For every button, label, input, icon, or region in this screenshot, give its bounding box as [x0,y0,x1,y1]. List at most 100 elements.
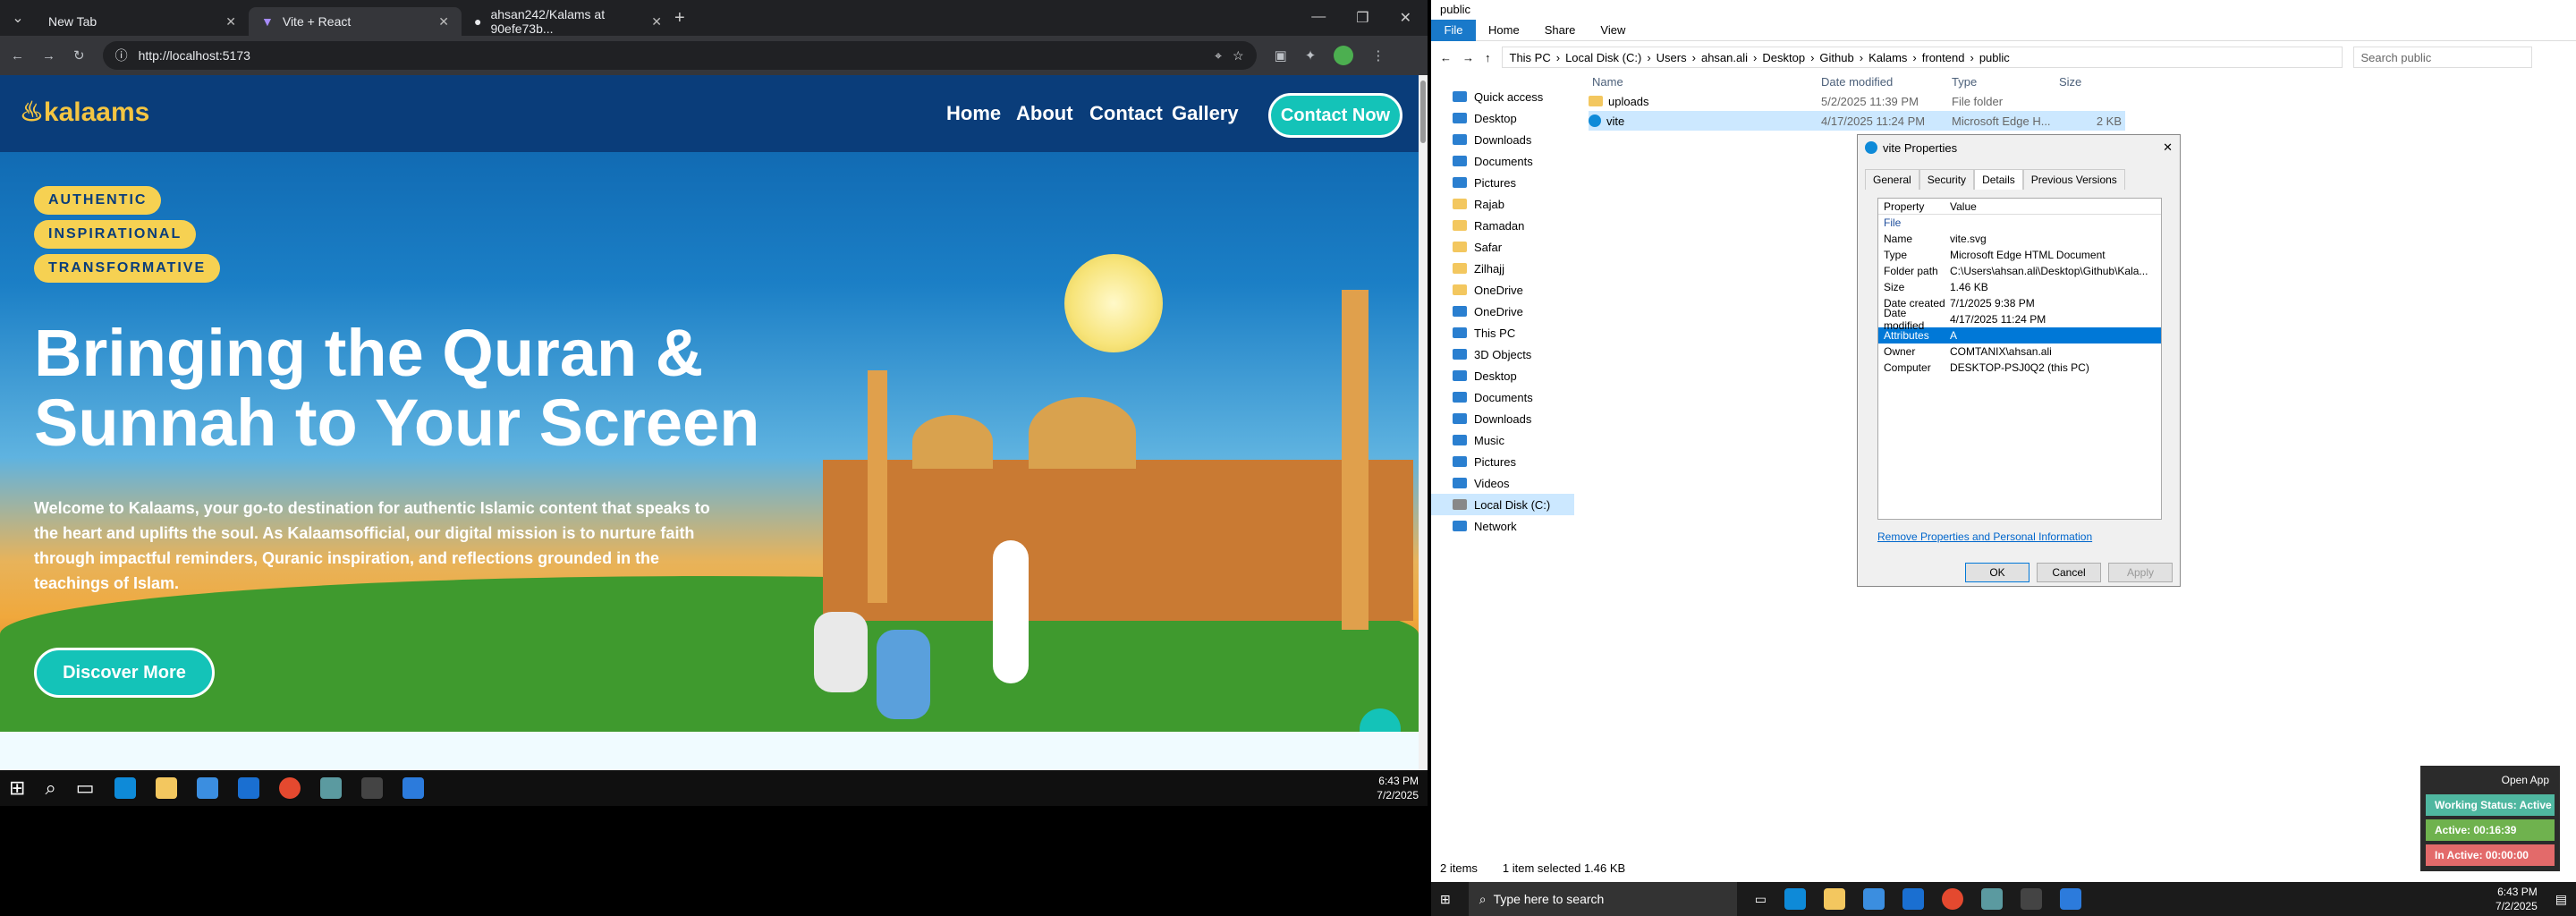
close-icon[interactable]: ✕ [438,14,449,30]
nav-contact[interactable]: Contact [1089,102,1163,125]
reload-icon[interactable]: ↻ [73,47,85,64]
detail-row-selected[interactable]: Attributes A [1878,327,2161,344]
detail-row[interactable]: Type Microsoft Edge HTML Document [1878,247,2161,263]
detail-row[interactable]: Computer DESKTOP-PSJ0Q2 (this PC) [1878,360,2161,376]
nav-safar[interactable]: Safar [1431,236,1574,258]
nav-pictures-pc[interactable]: Pictures [1431,451,1574,472]
path-segment[interactable]: Local Disk (C:) [1565,51,1641,64]
nav-documents-pc[interactable]: Documents [1431,386,1574,408]
col-type[interactable]: Type [1952,75,2059,89]
store-icon[interactable] [196,777,218,799]
windows-start-icon[interactable]: ⊞ [9,776,25,800]
close-icon[interactable]: ✕ [225,14,236,30]
path-segment[interactable]: public [1979,51,2010,64]
path-segment[interactable]: Github [1819,51,1853,64]
mail-icon[interactable] [237,777,259,799]
nav-music[interactable]: Music [1431,429,1574,451]
nav-home[interactable]: Home [946,102,1001,125]
terminal-icon[interactable] [360,777,383,799]
vscode-icon[interactable] [2059,888,2081,910]
extension-icon[interactable]: ▣ [1275,47,1287,64]
ribbon-home[interactable]: Home [1476,23,1532,37]
remove-properties-link[interactable]: Remove Properties and Personal Informati… [1877,530,2092,543]
vscode-icon[interactable] [402,777,424,799]
nav-onedrive-cloud[interactable]: OneDrive [1431,301,1574,322]
apply-button[interactable]: Apply [2108,563,2173,582]
col-name[interactable]: Name [1589,75,1821,89]
nav-desktop-pc[interactable]: Desktop [1431,365,1574,386]
tab-github[interactable]: ● ahsan242/Kalams at 90efe73b... ✕ [462,7,674,36]
notification-icon[interactable]: ▤ [2555,892,2567,907]
ribbon-share[interactable]: Share [1532,23,1589,37]
detail-row[interactable]: Folder path C:\Users\ahsan.ali\Desktop\Gi… [1878,263,2161,279]
nav-zilhajj[interactable]: Zilhajj [1431,258,1574,279]
back-icon[interactable]: ← [1440,51,1452,64]
tab-security[interactable]: Security [1919,169,1975,190]
nav-gallery[interactable]: Gallery [1172,102,1239,125]
col-size[interactable]: Size [2059,75,2122,89]
tab-new-tab[interactable]: New Tab ✕ [36,7,249,36]
page-scrollbar[interactable] [1419,75,1428,770]
nav-desktop[interactable]: Desktop [1431,107,1574,129]
tab-search-icon[interactable]: ⌄ [0,9,36,27]
up-icon[interactable]: ↑ [1485,51,1491,64]
location-icon[interactable]: ⌖ [1215,48,1222,64]
ok-button[interactable]: OK [1965,563,2029,582]
chrome-icon[interactable] [1941,888,1963,910]
discover-more-button[interactable]: Discover More [34,648,215,698]
taskbar-search[interactable]: ⌕ Type here to search [1468,882,1737,916]
path-segment[interactable]: Kalams [1868,51,1907,64]
nav-3d-objects[interactable]: 3D Objects [1431,344,1574,365]
tab-vite-react[interactable]: ▼ Vite + React ✕ [249,7,462,36]
mail-icon[interactable] [1902,888,1924,910]
menu-icon[interactable]: ⋮ [1371,47,1385,64]
puzzle-icon[interactable]: ✦ [1305,47,1317,64]
restore-icon[interactable]: ❐ [1356,9,1368,27]
path-segment[interactable]: This PC [1510,51,1551,64]
nav-videos[interactable]: Videos [1431,472,1574,494]
nav-quick-access[interactable]: Quick access [1431,86,1574,107]
detail-row[interactable]: Name vite.svg [1878,231,2161,247]
path-segment[interactable]: ahsan.ali [1701,51,1748,64]
ribbon-view[interactable]: View [1588,23,1638,37]
info-icon[interactable]: ⓘ [115,47,128,64]
file-explorer-icon[interactable] [155,777,177,799]
app-icon[interactable] [1980,888,2003,910]
edge-icon[interactable] [1784,888,1806,910]
forward-icon[interactable]: → [1462,51,1474,64]
col-date[interactable]: Date modified [1821,75,1952,89]
path-segment[interactable]: Users [1657,51,1687,64]
address-bar[interactable]: ⓘ http://localhost:5173 ⌖ ☆ [102,41,1257,70]
tab-previous-versions[interactable]: Previous Versions [2022,169,2125,190]
profile-avatar[interactable] [1334,46,1354,65]
nav-ramadan[interactable]: Ramadan [1431,215,1574,236]
path-segment[interactable]: Desktop [1762,51,1805,64]
file-row[interactable]: vite 4/17/2025 11:24 PM Microsoft Edge H… [1589,111,2125,131]
bookmark-star-icon[interactable]: ☆ [1233,48,1244,64]
edge-icon[interactable] [114,777,136,799]
nav-rajab[interactable]: Rajab [1431,193,1574,215]
nav-downloads[interactable]: Downloads [1431,129,1574,150]
ribbon-file[interactable]: File [1431,19,1476,41]
nav-downloads-pc[interactable]: Downloads [1431,408,1574,429]
nav-network[interactable]: Network [1431,515,1574,537]
terminal-icon[interactable] [2020,888,2042,910]
detail-row[interactable]: Owner COMTANIX\ahsan.ali [1878,344,2161,360]
clock[interactable]: 6:43 PM 7/2/2025 [1377,774,1419,802]
explorer-address-bar[interactable]: This PC › Local Disk (C:) › Users › ahsan.ali ›… [1501,47,2343,68]
clock[interactable]: 6:43 PM 7/2/2025 [2496,885,2538,913]
chrome-icon[interactable] [278,777,301,799]
nav-pictures[interactable]: Pictures [1431,172,1574,193]
back-icon[interactable]: ← [11,48,24,64]
task-view-icon[interactable]: ▭ [76,776,95,800]
close-icon[interactable]: ✕ [1400,9,1411,27]
task-view-icon[interactable]: ▭ [1755,892,1767,907]
nav-documents[interactable]: Documents [1431,150,1574,172]
nav-local-disk[interactable]: Local Disk (C:) [1431,494,1574,515]
contact-now-button[interactable]: Contact Now [1268,93,1402,138]
tab-details[interactable]: Details [1974,169,2023,190]
close-icon[interactable]: ✕ [651,14,662,30]
windows-start-icon[interactable]: ⊞ [1440,892,1451,907]
open-app-link[interactable]: Open App [2426,769,2555,791]
close-icon[interactable]: ✕ [2163,140,2173,155]
